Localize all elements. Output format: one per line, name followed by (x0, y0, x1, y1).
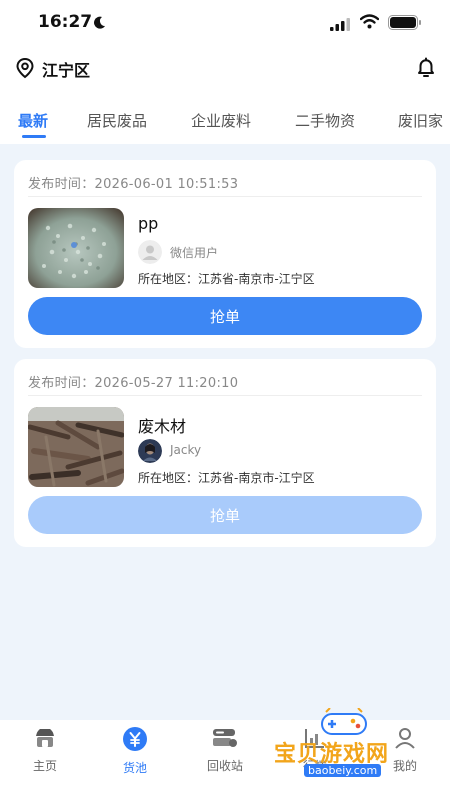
publish-time: 发布时间：2026-06-01 10:51:53 (28, 177, 239, 192)
publisher-name: 微信用户 (170, 246, 219, 260)
nav-goods-pool-label: 货池 (122, 761, 147, 775)
tab-old-furniture[interactable]: 废旧家 (398, 110, 443, 131)
listing-title: 废木材 (138, 417, 187, 436)
wifi-icon (359, 14, 380, 33)
moon-icon (93, 15, 106, 34)
listing-card: 发布时间：2026-05-27 11:20:10 废木材 Jacky 所在地区：… (14, 359, 436, 547)
listing-card: 发布时间：2026-06-01 10:51:53 pp 微信用户 所在地区：江苏… (14, 160, 436, 348)
truck-icon (195, 726, 255, 754)
grab-order-button[interactable]: 抢单 (28, 496, 422, 534)
publisher-name: Jacky (170, 443, 202, 457)
tab-enterprise-waste[interactable]: 企业废料 (191, 110, 251, 131)
category-tabs: 最新 居民废品 企业废料 二手物资 废旧家 (0, 90, 450, 144)
signal-icon (330, 16, 350, 35)
tab-latest[interactable]: 最新 (18, 110, 48, 131)
tab-second-hand[interactable]: 二手物资 (295, 110, 355, 131)
location-label[interactable]: 江宁区 (42, 57, 90, 81)
listing-region: 所在地区：江苏省-南京市-江宁区 (138, 272, 315, 286)
status-time: 16:27 (38, 12, 93, 32)
nav-goods-pool[interactable]: 货池 (105, 726, 165, 776)
grab-order-button[interactable]: 抢单 (28, 297, 422, 335)
listing-title: pp (138, 214, 159, 233)
active-tab-indicator (22, 135, 46, 138)
listing-image[interactable] (28, 208, 124, 288)
home-icon (15, 726, 75, 754)
listing-region: 所在地区：江苏省-南京市-江宁区 (138, 471, 315, 485)
avatar (138, 439, 162, 463)
nav-home[interactable]: 主页 (15, 726, 75, 774)
nav-recycle-station[interactable]: 回收站 (195, 726, 255, 774)
card-divider (28, 395, 422, 396)
nav-home-label: 主页 (32, 759, 57, 773)
yuan-icon (105, 726, 165, 756)
avatar (138, 240, 162, 264)
top-header: 江宁区 (0, 48, 450, 90)
watermark-url: baobeiy.com (304, 764, 382, 777)
publish-time: 发布时间：2026-05-27 11:20:10 (28, 376, 239, 391)
nav-recycle-station-label: 回收站 (206, 759, 243, 773)
card-divider (28, 196, 422, 197)
bell-icon[interactable] (414, 56, 438, 84)
battery-icon (388, 15, 422, 34)
tab-household-waste[interactable]: 居民废品 (87, 110, 147, 131)
location-pin-icon[interactable] (14, 57, 36, 83)
status-bar: 16:27 (0, 0, 450, 48)
watermark-logo: 宝贝游戏网 baobeiy.com (270, 707, 420, 792)
listing-image[interactable] (28, 407, 124, 487)
